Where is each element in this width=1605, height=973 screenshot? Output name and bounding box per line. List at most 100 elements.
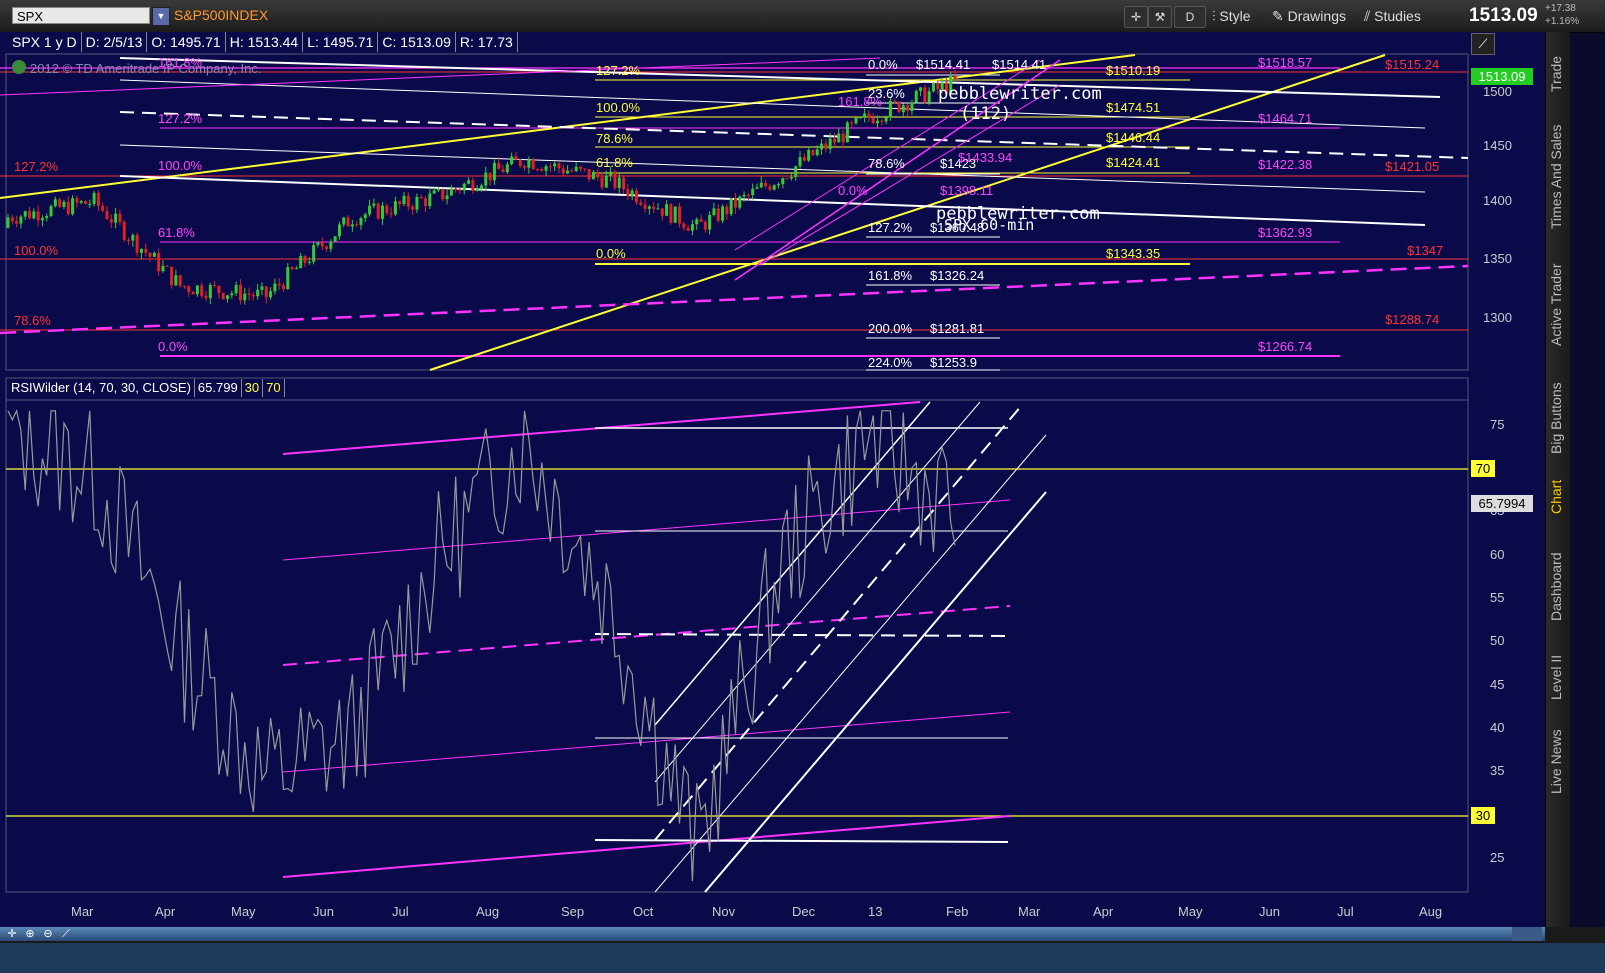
symbol-input[interactable]: SPX xyxy=(12,7,150,24)
tab-level-ii[interactable]: Level II xyxy=(1548,642,1568,712)
candle-body xyxy=(699,219,703,223)
candle-body xyxy=(759,182,763,188)
candle-body xyxy=(411,206,415,210)
candle-body xyxy=(505,164,509,173)
watermark-text: SPX 60-min xyxy=(944,216,1035,234)
candle-body xyxy=(62,201,66,207)
y-tick: 1400 xyxy=(1483,193,1512,208)
rsi-name: RSIWilder (14, 70, 30, CLOSE) xyxy=(8,379,195,397)
candle-body xyxy=(96,192,100,206)
studies-button[interactable]: ⫽ Studies xyxy=(1364,6,1421,26)
candle-body xyxy=(488,172,492,181)
candle-body xyxy=(127,239,131,241)
change-percent: +1.16% xyxy=(1545,16,1580,27)
fib-price: $1253.9 xyxy=(930,355,977,370)
fib-label: 0.0% xyxy=(158,339,188,354)
scroll-thumb[interactable] xyxy=(1512,927,1542,941)
candle-body xyxy=(122,222,126,240)
x-tick: Apr xyxy=(1093,904,1114,919)
candle-body xyxy=(807,149,811,161)
candle-body xyxy=(49,206,53,217)
timeframe-button[interactable]: D xyxy=(1174,6,1206,28)
candle-body xyxy=(785,178,789,180)
candle-body xyxy=(514,156,518,160)
x-tick: May xyxy=(1178,904,1203,919)
candle-body xyxy=(764,182,768,187)
candle-body xyxy=(475,189,479,191)
candle-body xyxy=(497,162,501,170)
chart-settings-icon[interactable]: ⟋ xyxy=(1471,33,1495,55)
last-price: 1513.09 xyxy=(1469,5,1538,26)
candle-body xyxy=(337,224,341,237)
candle-body xyxy=(725,206,729,215)
candle-body xyxy=(557,163,561,169)
candle-body xyxy=(820,143,824,150)
candle-body xyxy=(910,102,914,111)
fib-price: $1514.41 xyxy=(992,57,1047,72)
change-points: +17.38 xyxy=(1545,3,1576,14)
candle-body xyxy=(36,211,40,221)
price-label: $1446.44 xyxy=(1106,130,1161,145)
price-label: $1347 xyxy=(1407,243,1444,258)
info-date: D: 2/5/13 xyxy=(82,32,148,52)
chart-scrollbar[interactable] xyxy=(0,927,1545,941)
tab-chart[interactable]: Chart xyxy=(1548,472,1568,522)
rsi-tick: 60 xyxy=(1490,547,1505,562)
candle-body xyxy=(320,242,324,247)
fib-label: 61.8% xyxy=(596,155,633,170)
candle-body xyxy=(703,222,707,230)
candle-body xyxy=(583,168,587,170)
draw-line-icon[interactable]: ⟋ xyxy=(58,927,74,941)
symbol-dropdown-button[interactable]: ▼ xyxy=(152,7,170,26)
candle-body xyxy=(195,285,199,295)
price-label: $1515.24 xyxy=(1385,57,1440,72)
crosshair-icon[interactable]: ✛ xyxy=(1124,6,1148,28)
fib-label: 127.2% xyxy=(158,111,203,126)
candle-body xyxy=(454,188,458,190)
x-tick: Apr xyxy=(155,904,176,919)
candle-body xyxy=(845,122,849,143)
candle-body xyxy=(10,217,14,222)
zoom-out-icon[interactable]: ⊖ xyxy=(40,927,56,941)
pan-icon[interactable]: ✛ xyxy=(4,927,20,941)
candle-body xyxy=(919,87,923,91)
candle-body xyxy=(609,171,613,176)
candle-body xyxy=(247,293,251,295)
tab-times-and-sales[interactable]: Times And Sales xyxy=(1548,112,1568,242)
candle-body xyxy=(161,265,165,272)
tab-active-trader[interactable]: Active Trader xyxy=(1548,250,1568,360)
chart-canvas[interactable] xyxy=(0,32,1545,927)
candle-body xyxy=(665,204,669,216)
candle-body xyxy=(527,159,531,168)
chart-area[interactable] xyxy=(0,32,1545,927)
tab-dashboard[interactable]: Dashboard xyxy=(1548,542,1568,632)
tab-trade[interactable]: Trade xyxy=(1548,44,1568,104)
candle-body xyxy=(544,166,548,171)
y-tick: 1500 xyxy=(1483,84,1512,99)
candle-body xyxy=(643,204,647,209)
candle-body xyxy=(294,268,298,270)
tab-big-buttons[interactable]: Big Buttons xyxy=(1548,368,1568,468)
candle-body xyxy=(867,113,871,118)
candle-body xyxy=(686,227,690,231)
candle-body xyxy=(380,205,384,219)
candle-body xyxy=(931,83,935,92)
wrench-icon[interactable]: ⚒ xyxy=(1148,6,1172,28)
candle-body xyxy=(372,203,376,206)
zoom-in-icon[interactable]: ⊕ xyxy=(22,927,38,941)
studies-icon: ⫽ xyxy=(1364,8,1375,24)
fib-label: 127.2% xyxy=(868,220,913,235)
drawings-button[interactable]: ✎ Drawings xyxy=(1272,6,1346,26)
candle-body xyxy=(570,170,574,172)
candle-body xyxy=(566,170,570,174)
candle-body xyxy=(359,218,363,226)
candle-body xyxy=(523,166,527,168)
style-button[interactable]: ⫶ Style xyxy=(1212,6,1251,26)
candle-body xyxy=(187,286,191,292)
candle-body xyxy=(118,213,122,223)
x-tick: Jun xyxy=(313,904,334,919)
candle-body xyxy=(906,105,910,111)
tab-live-news[interactable]: Live News xyxy=(1548,722,1568,802)
candle-body xyxy=(548,166,552,168)
candle-body xyxy=(535,169,539,171)
